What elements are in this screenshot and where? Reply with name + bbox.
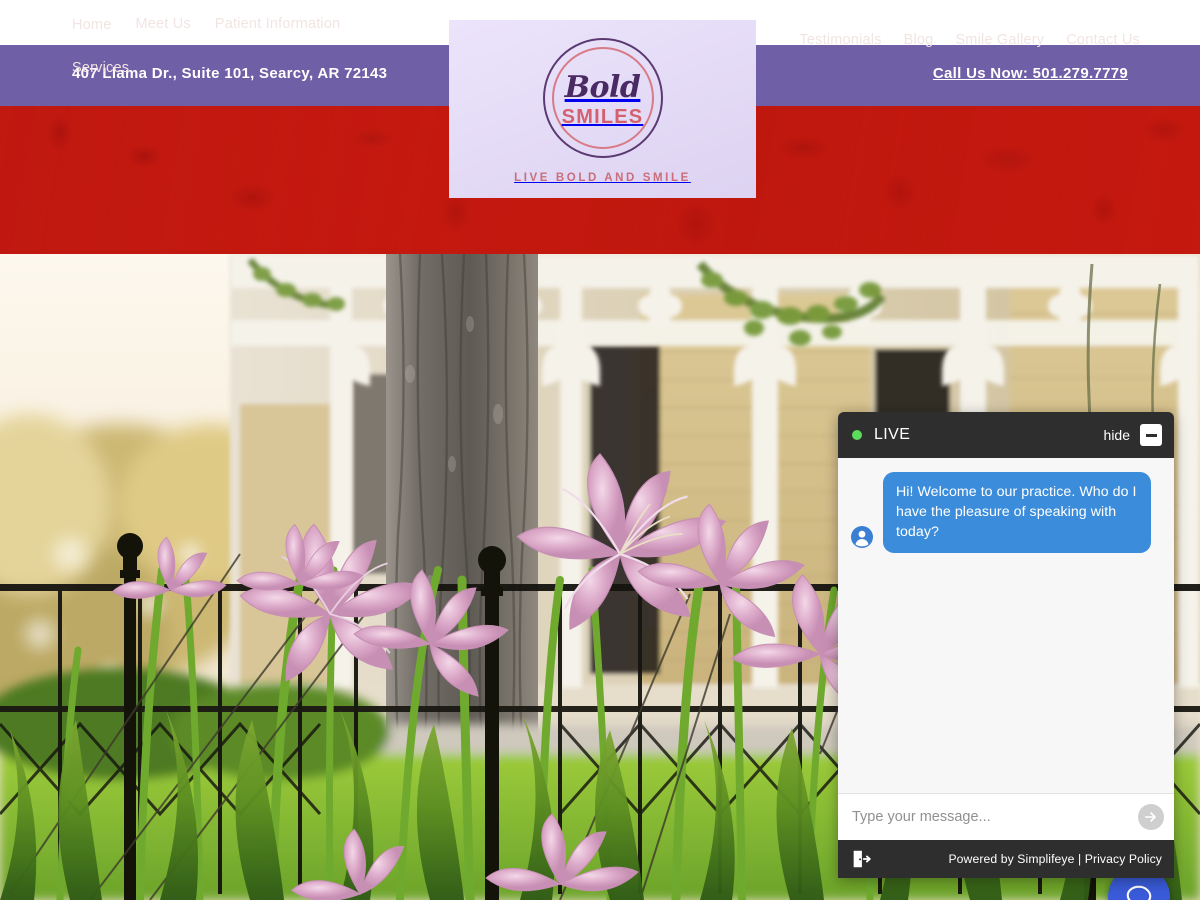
nav-row-secondary: Services: [72, 60, 364, 76]
chat-message-input[interactable]: [852, 809, 1138, 825]
nav-item-testimonials[interactable]: Testimonials: [799, 32, 881, 48]
chat-footer: Powered by Simplifeye | Privacy Policy: [838, 840, 1174, 878]
live-chat-widget[interactable]: LIVE hide Hi! Welcome to our practice. W…: [838, 412, 1174, 878]
online-status-icon: [852, 430, 862, 440]
nav-row-right: Testimonials Blog Smile Gallery Contact …: [777, 32, 1140, 48]
nav-item-meet-us[interactable]: Meet Us: [135, 16, 190, 32]
chat-input-row: [838, 793, 1174, 840]
exit-door-icon[interactable]: [850, 848, 872, 870]
minimize-icon: [1145, 433, 1157, 437]
chat-message-row: Hi! Welcome to our practice. Who do I ha…: [850, 472, 1162, 554]
chat-minimize-button[interactable]: [1140, 424, 1162, 446]
logo-wordmark: Bold: [564, 70, 641, 105]
chat-footer-text[interactable]: Powered by Simplifeye | Privacy Policy: [948, 852, 1162, 866]
nav-row-primary: Home Meet Us Patient Information: [72, 16, 364, 44]
nav-item-blog[interactable]: Blog: [904, 32, 934, 48]
chat-header-controls: hide: [1104, 424, 1162, 446]
nav-item-home-wrap: Home: [72, 16, 135, 44]
nav-item-contact-us[interactable]: Contact Us: [1066, 32, 1140, 48]
page-root: 407 Llama Dr., Suite 101, Searcy, AR 721…: [0, 0, 1200, 900]
chat-bubble-agent: Hi! Welcome to our practice. Who do I ha…: [883, 472, 1151, 554]
nav-item-patient-information[interactable]: Patient Information: [215, 16, 341, 32]
nav-right-group: Testimonials Blog Smile Gallery Contact …: [777, 32, 1140, 48]
chat-status-label: LIVE: [874, 426, 911, 443]
logo-tagline: LIVE BOLD AND SMILE: [514, 172, 691, 184]
user-avatar-icon: [851, 526, 873, 549]
arrow-right-icon: [1144, 812, 1156, 822]
chat-bubble-icon: [1126, 885, 1152, 900]
nav-item-smile-gallery[interactable]: Smile Gallery: [955, 32, 1044, 48]
chat-header: LIVE hide: [838, 412, 1174, 458]
nav-item-services[interactable]: Services: [72, 60, 129, 76]
nav-item-home[interactable]: Home: [72, 17, 111, 33]
nav-active-underline: [72, 42, 112, 44]
phone-link[interactable]: Call Us Now: 501.279.7779: [933, 65, 1128, 82]
logo-circle-icon: Bold SMILES: [542, 38, 663, 158]
logo-submark: SMILES: [561, 106, 644, 128]
chat-message-list: Hi! Welcome to our practice. Who do I ha…: [838, 458, 1174, 793]
site-logo[interactable]: Bold SMILES LIVE BOLD AND SMILE: [449, 20, 756, 198]
chat-send-button[interactable]: [1138, 804, 1164, 830]
chat-hide-button[interactable]: hide: [1104, 427, 1130, 443]
nav-left-group: Home Meet Us Patient Information Service…: [72, 16, 364, 76]
